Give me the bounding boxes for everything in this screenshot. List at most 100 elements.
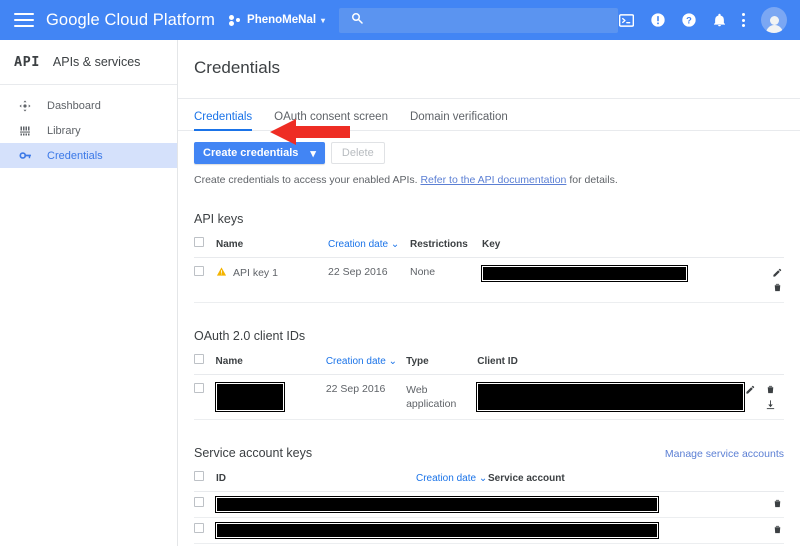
column-header-type: Type (406, 354, 478, 375)
delete-icon[interactable] (771, 523, 784, 536)
service-account-rows (194, 491, 784, 546)
delete-icon[interactable] (771, 281, 784, 294)
redacted-api-key-value (481, 265, 688, 282)
sort-chevron-icon: ⌄ (388, 356, 398, 367)
key-icon (18, 149, 32, 162)
row-checkbox[interactable] (194, 266, 204, 276)
sidebar-item-label: Credentials (47, 149, 103, 162)
tab-oauth-consent-screen[interactable]: OAuth consent screen (274, 111, 388, 130)
sidebar-item-credentials[interactable]: Credentials (0, 143, 177, 168)
brand-title: Google Cloud Platform (46, 10, 216, 29)
table-row: 22 Sep 2016 Web application (194, 374, 784, 421)
more-options-icon[interactable] (742, 13, 745, 27)
feedback-icon[interactable] (649, 12, 666, 29)
dashboard-icon (18, 100, 32, 112)
create-credentials-label: Create credentials (203, 147, 299, 159)
manage-service-accounts-link[interactable]: Manage service accounts (665, 448, 784, 460)
table-header-row: Name Creation date ⌄ Type Client ID (194, 354, 784, 375)
column-header-creation-date[interactable]: Creation date ⌄ (328, 237, 410, 258)
project-name: PhenoMeNal (247, 14, 317, 26)
service-account-keys-section: Service account keys Manage service acco… (178, 446, 800, 546)
api-key-creation-date: 22 Sep 2016 (328, 257, 410, 303)
row-checkbox[interactable] (194, 523, 204, 534)
api-keys-section: API keys Name Creation date ⌄ Restrictio… (178, 212, 800, 303)
hamburger-menu-icon[interactable] (14, 13, 34, 27)
top-app-bar: Google Cloud Platform PhenoMeNal ▾ ? (0, 0, 800, 40)
download-icon[interactable] (764, 398, 777, 411)
search-icon (351, 11, 363, 29)
api-key-restrictions: None (410, 257, 482, 303)
column-header-client-id: Client ID (477, 354, 745, 375)
search-input[interactable] (371, 14, 612, 26)
table-row (194, 491, 784, 519)
row-checkbox[interactable] (194, 383, 204, 393)
oauth-clients-title: OAuth 2.0 client IDs (194, 329, 306, 343)
delete-icon[interactable] (764, 383, 777, 396)
create-credentials-button[interactable]: Create credentials ▾ (194, 142, 325, 164)
column-header-name: Name (216, 237, 328, 258)
tab-domain-verification[interactable]: Domain verification (410, 111, 508, 130)
column-header-restrictions: Restrictions (410, 237, 482, 258)
helper-text-part1: Create credentials to access your enable… (194, 174, 418, 186)
api-keys-title: API keys (194, 212, 244, 226)
sidebar: API APIs & services Dashboard Library Cr… (0, 40, 178, 546)
cloud-shell-icon[interactable] (618, 12, 635, 29)
tab-credentials[interactable]: Credentials (194, 111, 253, 131)
redacted-client-name (214, 382, 285, 412)
help-icon[interactable]: ? (680, 12, 697, 29)
oauth-creation-date: 22 Sep 2016 (325, 374, 407, 421)
column-header-name: Name (215, 354, 326, 375)
delete-icon[interactable] (771, 497, 784, 510)
redacted-service-account-id (215, 496, 659, 514)
top-bar-icon-group: ? (618, 7, 800, 33)
sidebar-item-library[interactable]: Library (0, 118, 177, 143)
service-account-keys-table: ID Creation date ⌄ Service account (194, 471, 784, 546)
table-row: API key 1 22 Sep 2016 None (194, 257, 784, 303)
oauth-type: Web application (406, 374, 478, 421)
api-keys-table: Name Creation date ⌄ Restrictions Key AP… (194, 237, 784, 303)
api-documentation-link[interactable]: Refer to the API documentation (420, 174, 566, 186)
edit-icon[interactable] (744, 383, 757, 396)
sidebar-title: APIs & services (52, 55, 141, 69)
row-checkbox[interactable] (194, 497, 204, 508)
sidebar-item-dashboard[interactable]: Dashboard (0, 93, 177, 118)
service-account-keys-title: Service account keys (194, 446, 313, 461)
sidebar-items: Dashboard Library Credentials (0, 85, 177, 168)
chevron-down-icon: ▾ (310, 147, 316, 160)
select-all-checkbox[interactable] (194, 354, 204, 364)
action-row: Create credentials ▾ Delete (178, 131, 800, 164)
main-content: Credentials Credentials OAuth consent sc… (178, 40, 800, 546)
search-bar[interactable] (339, 7, 618, 33)
column-header-id: ID (216, 471, 416, 493)
project-selector[interactable]: PhenoMeNal ▾ (229, 14, 325, 26)
edit-icon[interactable] (771, 266, 784, 279)
page-title: Credentials (194, 58, 280, 77)
api-logo: API (14, 54, 40, 70)
redacted-client-id (476, 382, 746, 412)
table-row (194, 517, 784, 545)
notifications-bell-icon[interactable] (711, 12, 728, 29)
column-header-creation-date[interactable]: Creation date ⌄ (416, 471, 488, 493)
warning-triangle-icon (216, 266, 227, 280)
tab-bar: Credentials OAuth consent screen Domain … (178, 99, 800, 131)
chevron-down-icon: ▾ (321, 15, 326, 25)
column-header-service-account: Service account (488, 471, 744, 493)
helper-text: Create credentials to access your enable… (178, 164, 800, 186)
sidebar-header: API APIs & services (0, 40, 177, 85)
select-all-checkbox[interactable] (194, 471, 204, 482)
redacted-service-account-id (215, 522, 659, 540)
helper-text-part2: for details. (569, 174, 618, 186)
user-avatar[interactable] (761, 7, 787, 33)
table-header-row: ID Creation date ⌄ Service account (194, 471, 784, 493)
table-header-row: Name Creation date ⌄ Restrictions Key (194, 237, 784, 258)
select-all-checkbox[interactable] (194, 237, 204, 247)
library-icon (18, 125, 32, 137)
column-header-creation-date[interactable]: Creation date ⌄ (325, 354, 407, 375)
oauth-clients-table: Name Creation date ⌄ Type Client ID 22 S… (194, 354, 784, 421)
delete-button[interactable]: Delete (330, 142, 385, 164)
oauth-clients-section: OAuth 2.0 client IDs Name Creation date … (178, 329, 800, 421)
sort-chevron-icon: ⌄ (478, 473, 488, 485)
sort-chevron-icon: ⌄ (390, 239, 400, 250)
sidebar-item-label: Dashboard (47, 99, 101, 112)
api-key-name: API key 1 (233, 267, 278, 279)
